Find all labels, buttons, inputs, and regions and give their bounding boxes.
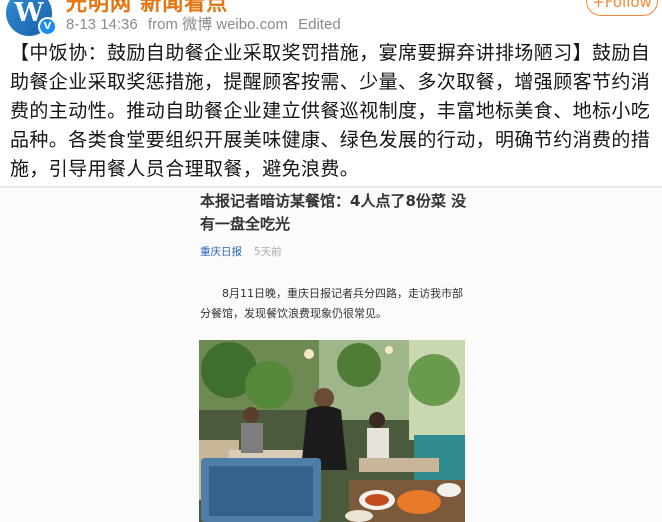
follow-button[interactable]: +Follow [586,0,658,16]
post-date: 8-13 14:36 [66,16,138,33]
weibo-post: W V 光明网 新闻看点 8-13 14:36 from 微博 weibo.co… [0,0,662,188]
news-headline: 本报记者暗访某餐馆：4人点了8份菜 没有一盘全吃光 [200,192,467,233]
post-meta: 8-13 14:36 from 微博 weibo.com Edited [66,13,347,34]
news-screenshot[interactable]: 本报记者暗访某餐馆：4人点了8份菜 没有一盘全吃光 重庆日报 5天前 8月11日… [0,188,662,522]
verified-icon: V [38,17,57,36]
restaurant-photo-art [199,340,465,522]
post-text: 【中饭协：鼓励自助餐企业采取奖罚措施，宴席要摒弃讲排场陋习】鼓励自助餐企业采取奖… [10,42,651,180]
news-age: 5天前 [254,246,282,258]
post-source: from 微博 weibo.com [147,16,288,33]
news-paragraph: 8月11日晚，重庆日报记者兵分四路，走访我市部分餐馆，发现餐饮浪费现象仍很常见。 [200,287,463,320]
news-source: 重庆日报 [200,246,242,258]
restaurant-photo[interactable] [199,340,465,522]
edited-label: Edited [298,16,341,33]
